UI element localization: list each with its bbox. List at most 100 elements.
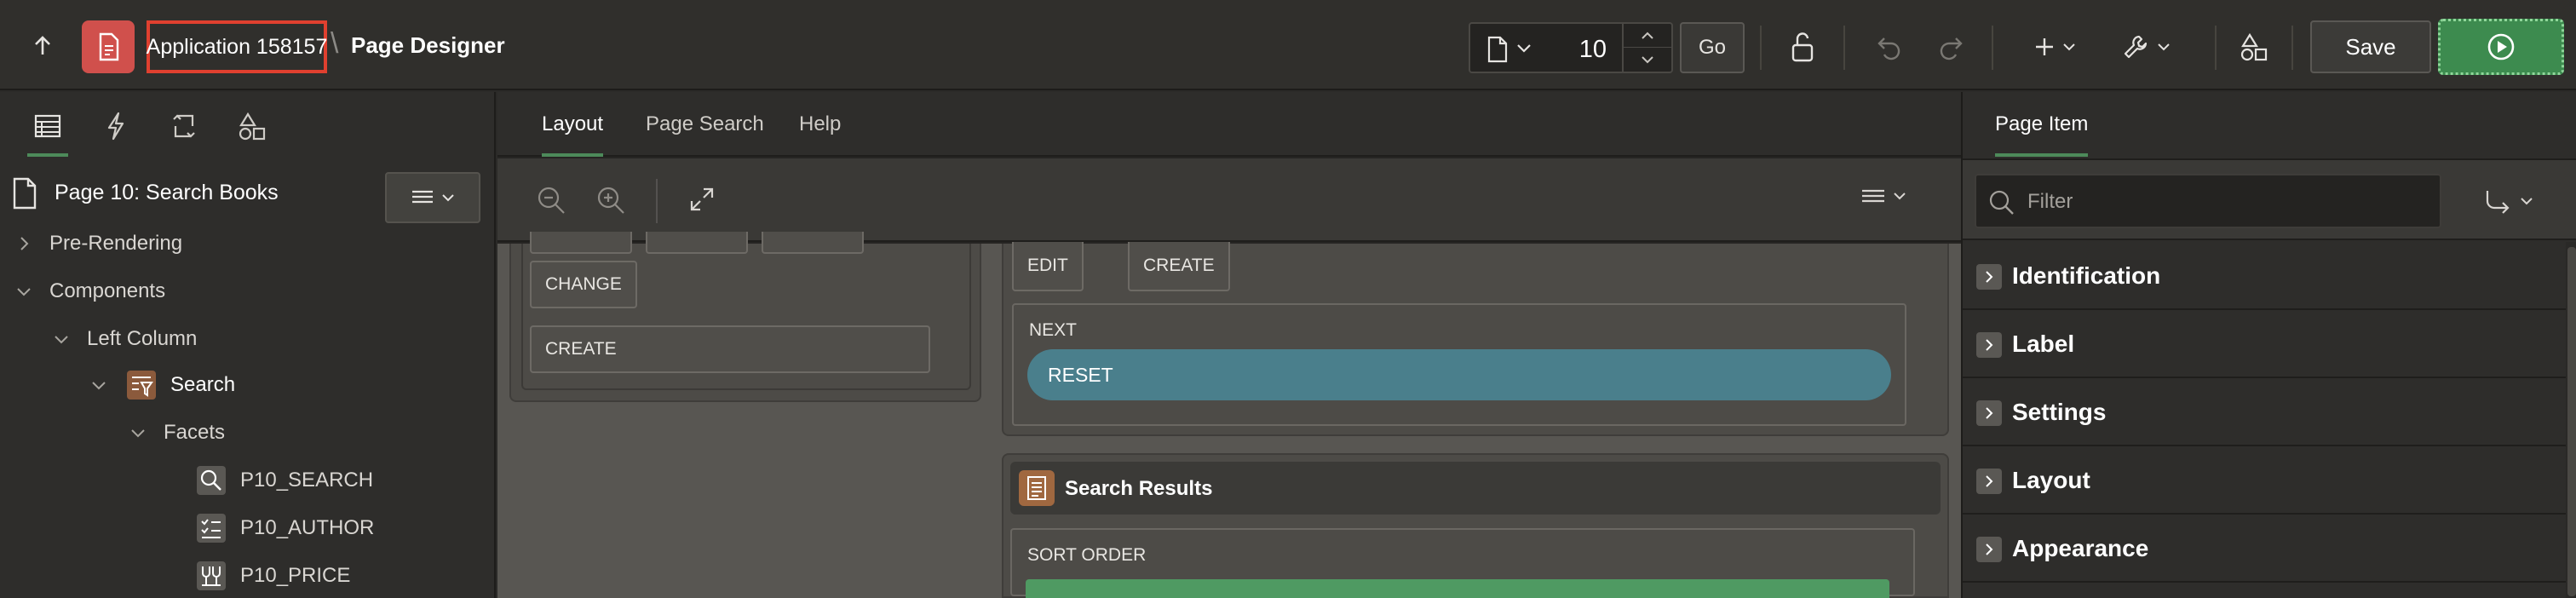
- chevron-right-icon[interactable]: [1976, 469, 2002, 494]
- toolbar-divider: [2291, 26, 2293, 70]
- go-to-icon: [2486, 191, 2510, 214]
- tree-node-components[interactable]: Components: [14, 274, 165, 308]
- tree-node-label: P10_SEARCH: [240, 469, 374, 492]
- tree-node-search[interactable]: Search: [89, 368, 235, 402]
- tree-node-label: Search: [170, 373, 236, 396]
- go-button[interactable]: Go: [1680, 22, 1745, 73]
- arrow-up-icon[interactable]: [26, 29, 60, 63]
- checklist-icon: [194, 511, 228, 545]
- button-placeholder[interactable]: [762, 232, 864, 254]
- chevron-down-icon[interactable]: [89, 375, 109, 395]
- wrench-icon[interactable]: [2118, 27, 2174, 66]
- zoom-in-icon[interactable]: [595, 184, 627, 216]
- sort-order-region[interactable]: SORT ORDER: [1010, 528, 1915, 598]
- chevron-right-icon[interactable]: [14, 233, 34, 254]
- plus-icon[interactable]: [2029, 27, 2080, 66]
- app-icon[interactable]: [82, 20, 135, 73]
- create-button[interactable]: CREATE: [1128, 242, 1230, 291]
- change-button[interactable]: CHANGE: [530, 261, 637, 308]
- scrollbar-thumb[interactable]: [2567, 247, 2576, 596]
- undo-icon[interactable]: [1871, 27, 1908, 66]
- tab-page-search[interactable]: Page Search: [646, 112, 764, 136]
- tree-node-label: P10_AUTHOR: [240, 516, 375, 539]
- menu-icon[interactable]: [1860, 187, 1910, 208]
- play-icon: [2487, 33, 2515, 60]
- tab-help[interactable]: Help: [799, 112, 841, 136]
- shapes-icon[interactable]: [2235, 27, 2273, 66]
- tab-layout[interactable]: Layout: [542, 112, 604, 157]
- chevron-right-icon[interactable]: [1976, 537, 2002, 562]
- unlock-icon[interactable]: [1784, 27, 1821, 66]
- toolbar-divider: [1760, 26, 1762, 70]
- expand-icon[interactable]: [687, 184, 717, 215]
- go-to-group-button[interactable]: [2482, 182, 2533, 220]
- tree-node-p10-author[interactable]: P10_AUTHOR: [194, 511, 374, 545]
- filter-field[interactable]: [1975, 174, 2441, 228]
- chevron-down-icon[interactable]: [1624, 48, 1671, 72]
- redo-icon[interactable]: [1932, 27, 1969, 66]
- section-identification[interactable]: Identification: [1963, 242, 2566, 310]
- range-icon: [194, 559, 228, 593]
- chevron-right-icon[interactable]: [1976, 332, 2002, 358]
- application-link[interactable]: Application 158157: [147, 20, 327, 73]
- section-label: Appearance: [2012, 535, 2149, 561]
- document-icon[interactable]: [1486, 36, 1509, 63]
- filter-input[interactable]: [2027, 186, 2428, 218]
- shared-components-icon[interactable]: [233, 109, 271, 143]
- processing-icon[interactable]: [165, 109, 203, 143]
- tab-page-item[interactable]: Page Item: [1995, 112, 2089, 157]
- toolbar-divider: [656, 179, 658, 223]
- chevron-down-icon[interactable]: [1516, 43, 1532, 53]
- layout-canvas[interactable]: CHANGE CREATE EDIT CREATE NEXT RESET Sea…: [497, 232, 1961, 598]
- tree-node-p10-search[interactable]: P10_SEARCH: [194, 463, 373, 497]
- right-column-region[interactable]: EDIT CREATE NEXT RESET: [1002, 242, 1949, 436]
- tree-node-left-column[interactable]: Left Column: [51, 322, 197, 356]
- chevron-up-icon[interactable]: [1624, 24, 1671, 48]
- save-button[interactable]: Save: [2310, 20, 2431, 73]
- left-column-region[interactable]: CHANGE CREATE: [509, 232, 981, 402]
- tree-node-label: Left Column: [87, 327, 198, 350]
- section-label-group[interactable]: Label: [1963, 310, 2566, 378]
- center-pane-tabs: Layout Page Search Help: [497, 92, 1961, 157]
- run-button[interactable]: [2438, 19, 2564, 75]
- section-label: Settings: [2012, 399, 2107, 425]
- chevron-down-icon[interactable]: [51, 329, 72, 349]
- tree-node-label: Components: [49, 279, 166, 302]
- left-pane: Page 10: Search Books Pre-Rendering Comp…: [0, 92, 496, 598]
- layout-toolbar: [497, 158, 1961, 242]
- tree-menu-button[interactable]: [385, 172, 480, 223]
- edit-button[interactable]: EDIT: [1012, 242, 1084, 291]
- page-number-input[interactable]: 10: [1579, 36, 1607, 64]
- menu-icon: [412, 190, 433, 204]
- chevron-right-icon[interactable]: [1976, 400, 2002, 426]
- create-button[interactable]: CREATE: [530, 325, 930, 373]
- section-label: Layout: [2012, 467, 2090, 493]
- search-results-region[interactable]: Search Results SORT ORDER: [1002, 453, 1949, 598]
- toolbar-divider: [1843, 26, 1845, 70]
- chevron-down-icon[interactable]: [14, 281, 34, 302]
- rendering-tab-icon[interactable]: [27, 109, 68, 157]
- tree-node-p10-price[interactable]: P10_PRICE: [194, 559, 350, 593]
- button-placeholder[interactable]: [646, 232, 748, 254]
- section-appearance[interactable]: Appearance: [1963, 515, 2566, 583]
- chevron-right-icon[interactable]: [1976, 264, 2002, 290]
- chevron-down-icon[interactable]: [128, 423, 148, 443]
- search-results-title: Search Results: [1065, 477, 1213, 500]
- lightning-icon[interactable]: [97, 109, 135, 143]
- zoom-out-icon[interactable]: [535, 184, 567, 216]
- report-icon: [1019, 470, 1055, 506]
- tree-node-facets[interactable]: Facets: [128, 416, 225, 450]
- faceted-search-icon: [124, 368, 158, 402]
- button-placeholder[interactable]: [530, 232, 632, 254]
- section-layout[interactable]: Layout: [1963, 446, 2566, 515]
- page-number-stepper[interactable]: [1622, 24, 1671, 72]
- buttons-region[interactable]: CHANGE CREATE: [521, 232, 971, 390]
- section-settings[interactable]: Settings: [1963, 378, 2566, 446]
- sort-order-item[interactable]: [1026, 579, 1889, 598]
- next-position-region[interactable]: NEXT RESET: [1012, 303, 1906, 426]
- page-selector[interactable]: 10: [1469, 22, 1673, 73]
- tree-node-pre-rendering[interactable]: Pre-Rendering: [14, 227, 182, 261]
- search-results-header[interactable]: Search Results: [1010, 462, 1941, 515]
- reset-button[interactable]: RESET: [1027, 349, 1891, 400]
- toolbar-divider: [1992, 26, 1993, 70]
